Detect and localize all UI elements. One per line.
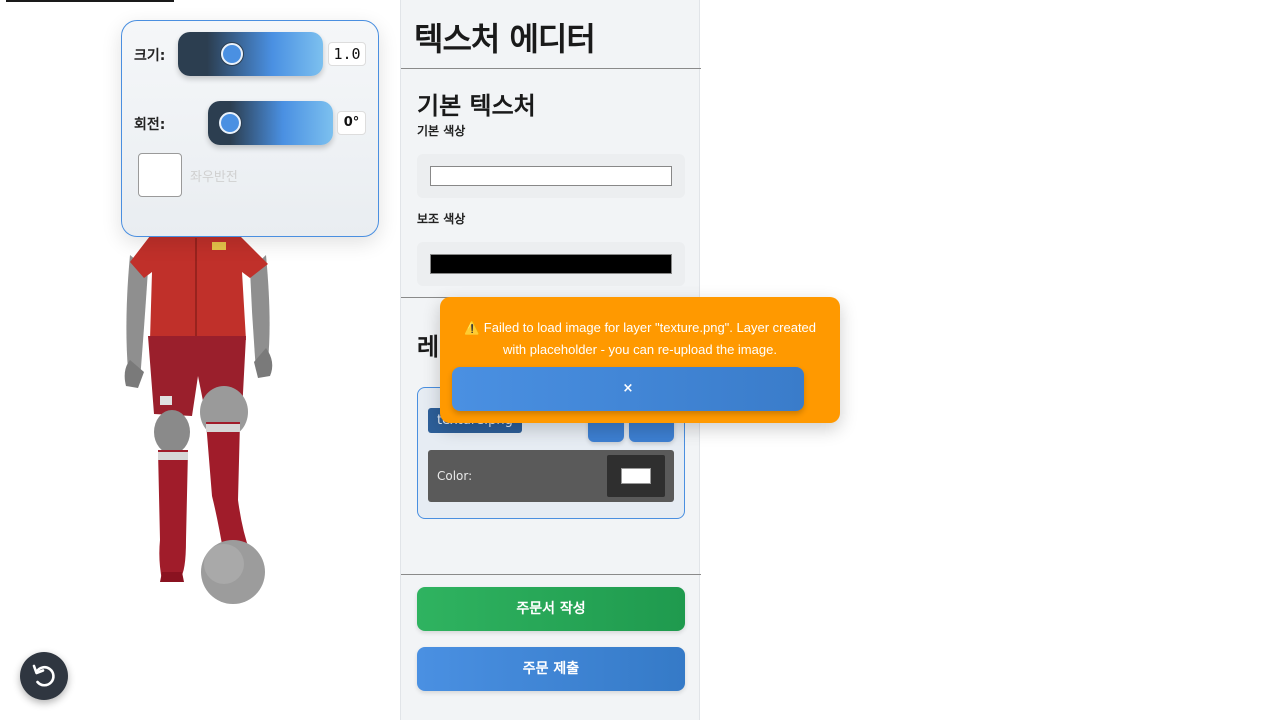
reset-view-button[interactable] bbox=[20, 652, 68, 700]
size-slider[interactable] bbox=[178, 32, 323, 76]
panel-title: 텍스처 에디터 bbox=[414, 20, 596, 58]
transform-popover: 크기: 1.0 회전: 0° 좌우반전 bbox=[121, 20, 379, 237]
rotation-value[interactable]: 0° bbox=[337, 111, 366, 135]
layer-color-row: Color: bbox=[428, 450, 674, 502]
layer-color-swatch bbox=[621, 468, 651, 484]
rotation-slider-thumb[interactable] bbox=[219, 112, 241, 134]
base-texture-title: 기본 텍스처 bbox=[417, 92, 536, 120]
secondary-color-label: 보조 색상 bbox=[417, 212, 466, 226]
app-root: 크기: 1.0 회전: 0° 좌우반전 텍스처 에디터 기본 텍스처 기본 색상… bbox=[0, 0, 1280, 720]
toast-close-button[interactable]: × bbox=[452, 367, 804, 411]
primary-color-field bbox=[417, 154, 685, 198]
primary-color-input[interactable] bbox=[430, 166, 672, 186]
rotate-ccw-icon bbox=[32, 664, 55, 687]
toast-message: ⚠️ Failed to load image for layer "textu… bbox=[463, 320, 817, 357]
footer-divider bbox=[401, 574, 701, 575]
secondary-color-field bbox=[417, 242, 685, 286]
size-label: 크기: bbox=[134, 48, 166, 64]
flip-label: 좌우반전 bbox=[190, 170, 238, 185]
layer-color-input[interactable] bbox=[607, 455, 665, 497]
title-divider bbox=[401, 68, 701, 69]
rotation-slider[interactable] bbox=[208, 101, 333, 145]
secondary-color-input[interactable] bbox=[430, 254, 672, 274]
rotation-label: 회전: bbox=[134, 117, 166, 133]
primary-color-label: 기본 색상 bbox=[417, 124, 466, 138]
flip-checkbox[interactable] bbox=[138, 153, 182, 197]
size-slider-thumb[interactable] bbox=[221, 43, 243, 65]
error-toast: ⚠️ Failed to load image for layer "textu… bbox=[440, 297, 840, 423]
player-model bbox=[124, 224, 273, 604]
layer-color-label: Color: bbox=[437, 469, 473, 483]
order-submit-button[interactable]: 주문 제출 bbox=[417, 647, 685, 691]
size-value[interactable]: 1.0 bbox=[328, 42, 366, 66]
order-form-button[interactable]: 주문서 작성 bbox=[417, 587, 685, 631]
